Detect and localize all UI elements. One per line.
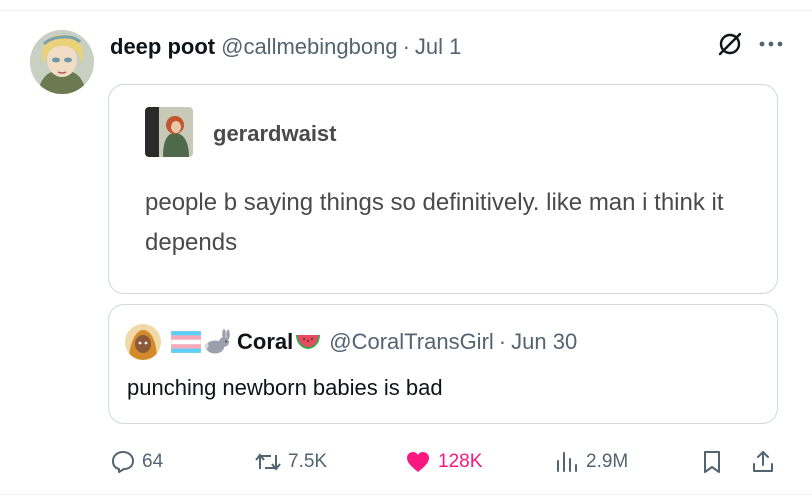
heart-icon [404, 449, 432, 475]
top-divider [0, 10, 812, 11]
reply-count: 64 [142, 451, 164, 472]
bottom-divider [0, 494, 812, 495]
author-avatar[interactable] [30, 30, 94, 94]
rabbit-icon [203, 329, 233, 355]
like-count: 128K [438, 451, 483, 472]
like-button[interactable]: 128K [404, 446, 482, 478]
author-display-name[interactable]: deep poot [110, 34, 215, 60]
share-button[interactable] [750, 446, 782, 478]
share-icon [750, 449, 776, 475]
quoted-author-display-name[interactable]: Coral [237, 329, 293, 355]
author-handle[interactable]: @callmebingbong [221, 34, 397, 60]
quoted-tweet-header: Coral @CoralTransGirl · Jun 30 [125, 324, 577, 360]
grok-icon[interactable] [716, 30, 744, 58]
header-icons [716, 30, 784, 58]
tumblr-post-text: people b saying things so definitively. … [145, 189, 724, 256]
quoted-tweet-date[interactable]: Jun 30 [511, 329, 577, 355]
more-icon[interactable] [758, 39, 784, 49]
trans-flag-icon [171, 331, 201, 353]
views-icon [554, 449, 580, 475]
post-header: deep poot @callmebingbong · Jul 1 [110, 32, 461, 62]
repost-icon [254, 449, 282, 475]
views-button[interactable]: 2.9M [554, 446, 628, 478]
bookmark-button[interactable] [700, 446, 730, 478]
bookmark-icon [700, 449, 724, 475]
repost-button[interactable]: 7.5K [254, 446, 327, 478]
quoted-tweet-card[interactable]: Coral @CoralTransGirl · Jun 30 punching … [108, 304, 778, 424]
tumblr-username: gerardwaist [213, 121, 337, 146]
quoted-author-avatar [125, 324, 161, 360]
post-date[interactable]: Jul 1 [415, 34, 461, 60]
action-bar: 64 7.5K 128K 2.9M [108, 446, 784, 478]
reply-button[interactable]: 64 [110, 446, 163, 478]
separator-dot: · [402, 34, 410, 59]
watermelon-icon [295, 333, 321, 351]
reply-icon [110, 449, 136, 475]
tumblr-screenshot-card[interactable]: gerardwaist people b saying things so de… [108, 84, 778, 294]
quoted-author-handle[interactable]: @CoralTransGirl [329, 329, 494, 355]
tumblr-avatar [145, 107, 193, 157]
views-count: 2.9M [586, 451, 629, 472]
repost-count: 7.5K [288, 451, 328, 472]
separator-dot: · [498, 329, 507, 354]
quoted-tweet-text: punching newborn babies is bad [127, 375, 443, 400]
